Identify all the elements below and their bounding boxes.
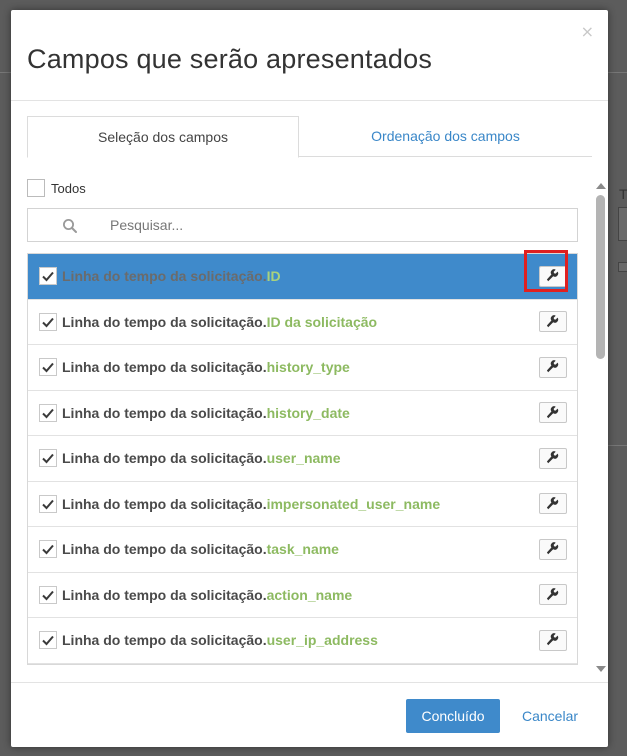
field-prefix: Linha do tempo da solicitação. bbox=[62, 404, 267, 421]
wrench-icon bbox=[546, 633, 560, 647]
close-icon[interactable]: × bbox=[581, 22, 594, 41]
field-label: Linha do tempo da solicitação.ID bbox=[62, 268, 281, 284]
field-list: Linha do tempo da solicitação.ID Linha do… bbox=[27, 253, 578, 665]
field-settings-button[interactable] bbox=[539, 265, 567, 287]
field-label: Linha do tempo da solicitação.history_ty… bbox=[62, 359, 350, 375]
field-label: Linha do tempo da solicitação.task_name bbox=[62, 541, 339, 557]
field-settings-button[interactable] bbox=[539, 538, 567, 560]
background-divider bbox=[608, 72, 627, 73]
scroll-thumb[interactable] bbox=[596, 195, 605, 359]
background-label: T bbox=[619, 186, 627, 202]
header-divider bbox=[11, 100, 608, 101]
field-name: history_type bbox=[266, 359, 350, 376]
background-checkbox bbox=[618, 262, 627, 272]
tab-field-selection[interactable]: Seleção dos campos bbox=[27, 116, 299, 158]
field-name: ID bbox=[266, 268, 281, 285]
field-label: Linha do tempo da solicitação.action_nam… bbox=[62, 587, 352, 603]
field-row[interactable]: Linha do tempo da solicitação.task_name bbox=[28, 527, 577, 573]
field-label: Linha do tempo da solicitação.user_name bbox=[62, 450, 341, 466]
wrench-icon bbox=[546, 360, 560, 374]
dialog-title: Campos que serão apresentados bbox=[27, 44, 433, 74]
field-settings-button[interactable] bbox=[539, 402, 567, 424]
field-checkbox[interactable] bbox=[39, 312, 57, 331]
select-all-label[interactable]: Todos bbox=[51, 181, 86, 196]
field-checkbox[interactable] bbox=[39, 267, 57, 286]
field-label: Linha do tempo da solicitação.impersonat… bbox=[62, 496, 440, 512]
fields-dialog: × Campos que serão apresentados Seleção … bbox=[11, 10, 608, 747]
field-row[interactable]: Linha do tempo da solicitação.impersonat… bbox=[28, 481, 577, 527]
field-prefix: Linha do tempo da solicitação. bbox=[62, 495, 267, 512]
field-name: user_ip_address bbox=[266, 632, 378, 649]
scroll-up-arrow[interactable] bbox=[596, 183, 606, 189]
background-divider bbox=[608, 445, 627, 446]
field-prefix: Linha do tempo da solicitação. bbox=[62, 541, 267, 558]
field-prefix: Linha do tempo da solicitação. bbox=[62, 268, 267, 285]
search-icon bbox=[63, 219, 77, 233]
wrench-icon bbox=[546, 315, 560, 329]
tab-bar: Seleção dos campos Ordenação dos campos bbox=[27, 116, 592, 158]
field-row[interactable]: Linha do tempo da solicitação.history_ty… bbox=[28, 345, 577, 391]
background-divider bbox=[0, 72, 11, 73]
tab-field-ordering[interactable]: Ordenação dos campos bbox=[299, 116, 592, 157]
field-name: impersonated_user_name bbox=[266, 495, 441, 512]
field-checkbox[interactable] bbox=[39, 631, 57, 650]
field-row[interactable]: Linha do tempo da solicitação.action_nam… bbox=[28, 572, 577, 618]
field-checkbox[interactable] bbox=[39, 585, 57, 604]
field-settings-button[interactable] bbox=[539, 629, 567, 651]
field-prefix: Linha do tempo da solicitação. bbox=[62, 313, 267, 330]
field-row[interactable]: Linha do tempo da solicitação.ID bbox=[28, 254, 577, 300]
field-name: history_date bbox=[266, 404, 350, 421]
field-row[interactable]: Linha do tempo da solicitação.history_da… bbox=[28, 390, 577, 436]
field-checkbox[interactable] bbox=[39, 540, 57, 559]
field-row[interactable]: Linha do tempo da solicitação.user_name bbox=[28, 436, 577, 482]
scrollbar[interactable] bbox=[594, 181, 608, 674]
field-prefix: Linha do tempo da solicitação. bbox=[62, 450, 267, 467]
field-checkbox[interactable] bbox=[39, 403, 57, 422]
field-checkbox[interactable] bbox=[39, 494, 57, 513]
wrench-icon bbox=[546, 497, 560, 511]
field-checkbox[interactable] bbox=[39, 358, 57, 377]
cancel-button[interactable]: Cancelar bbox=[515, 699, 585, 733]
background-input bbox=[618, 207, 627, 241]
select-all: Todos bbox=[27, 179, 86, 197]
field-name: ID da solicitação bbox=[266, 313, 378, 330]
field-row[interactable]: Linha do tempo da solicitação.ID da soli… bbox=[28, 299, 577, 345]
wrench-icon bbox=[546, 542, 560, 556]
field-checkbox[interactable] bbox=[39, 449, 57, 468]
field-settings-button[interactable] bbox=[539, 356, 567, 378]
field-row[interactable]: Linha do tempo da solicitação.user_ip_ad… bbox=[28, 618, 577, 664]
field-label: Linha do tempo da solicitação.ID da soli… bbox=[62, 314, 377, 330]
field-settings-button[interactable] bbox=[539, 584, 567, 606]
wrench-icon bbox=[546, 269, 560, 283]
field-name: task_name bbox=[266, 541, 339, 558]
field-name: action_name bbox=[266, 586, 353, 603]
field-label: Linha do tempo da solicitação.history_da… bbox=[62, 405, 350, 421]
footer-divider bbox=[11, 682, 608, 683]
field-prefix: Linha do tempo da solicitação. bbox=[62, 359, 267, 376]
wrench-icon bbox=[546, 451, 560, 465]
field-prefix: Linha do tempo da solicitação. bbox=[62, 632, 267, 649]
search-input[interactable] bbox=[110, 209, 550, 241]
search-field bbox=[27, 208, 578, 242]
field-label: Linha do tempo da solicitação.user_ip_ad… bbox=[62, 632, 378, 648]
field-prefix: Linha do tempo da solicitação. bbox=[62, 586, 267, 603]
field-settings-button[interactable] bbox=[539, 493, 567, 515]
wrench-icon bbox=[546, 406, 560, 420]
wrench-icon bbox=[546, 588, 560, 602]
scroll-down-arrow[interactable] bbox=[596, 666, 606, 672]
done-button[interactable]: Concluído bbox=[406, 699, 500, 733]
field-settings-button[interactable] bbox=[539, 311, 567, 333]
select-all-checkbox[interactable] bbox=[27, 179, 45, 197]
field-settings-button[interactable] bbox=[539, 447, 567, 469]
field-name: user_name bbox=[266, 450, 341, 467]
